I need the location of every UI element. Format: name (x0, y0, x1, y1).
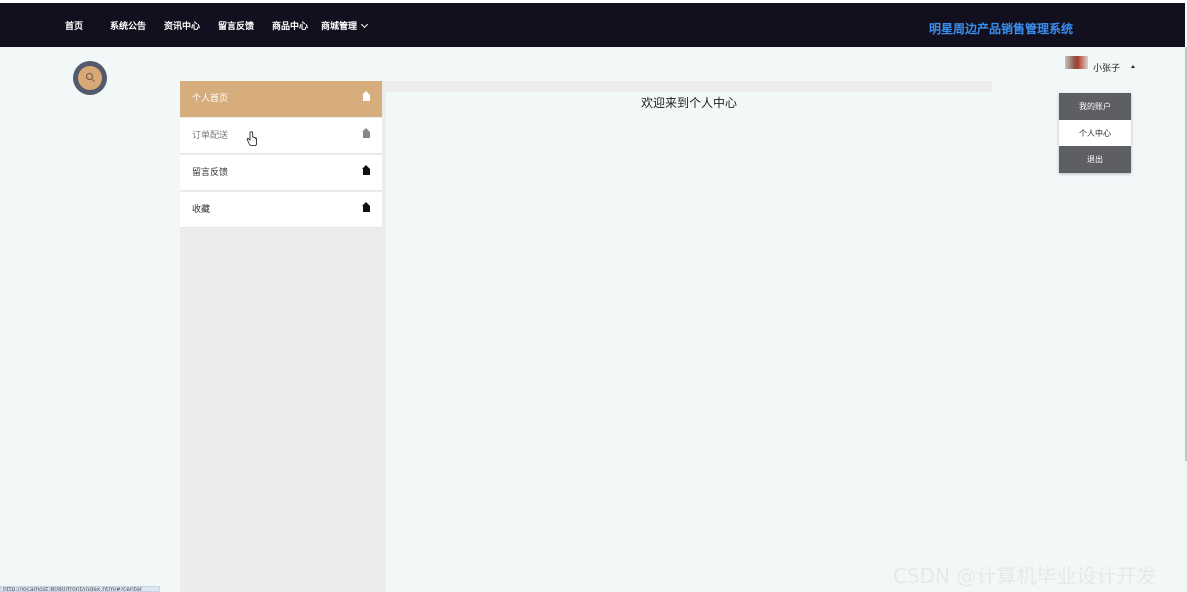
top-navbar: 首页 系统公告 资讯中心 留言反馈 商品中心 商城管理 明星周边产品销售管理系统 (0, 3, 1185, 47)
content-header-strip (386, 81, 992, 92)
sidebar-item-order-delivery[interactable]: 订单配送 (180, 118, 382, 154)
hand-cursor-icon (246, 131, 257, 146)
user-dropdown-menu: 我的账户 个人中心 退出 (1059, 93, 1131, 173)
page-title: 欢迎来到个人中心 (640, 96, 737, 110)
sidebar-item-feedback[interactable]: 留言反馈 (180, 155, 382, 191)
home-icon (362, 202, 370, 212)
home-icon (362, 165, 370, 175)
nav-mall-management-label: 商城管理 (321, 22, 358, 32)
nav-news[interactable]: 资讯中心 (164, 21, 200, 33)
nav-mall-management[interactable]: 商城管理 (321, 20, 369, 33)
user-name[interactable]: 小张子 (1093, 61, 1120, 74)
menu-item-my-account[interactable]: 我的账户 (1059, 93, 1131, 120)
menu-item-personal-center[interactable]: 个人中心 (1059, 120, 1131, 147)
sidebar-item-favorites[interactable]: 收藏 (180, 192, 382, 228)
search-button-inner (78, 66, 102, 90)
sidebar-item-label: 留言反馈 (192, 168, 229, 178)
site-title: 明星周边产品销售管理系统 (929, 22, 1074, 36)
sidebar-item-label: 个人首页 (192, 94, 229, 104)
sidebar: 个人首页 订单配送 留言反馈 收藏 (180, 81, 386, 592)
home-icon (362, 91, 370, 101)
search-button[interactable] (73, 61, 107, 95)
sidebar-item-label: 收藏 (192, 205, 211, 215)
menu-item-logout[interactable]: 退出 (1059, 146, 1131, 173)
chevron-down-icon (360, 20, 369, 29)
nav-products[interactable]: 商品中心 (272, 21, 308, 33)
sidebar-item-label: 订单配送 (192, 131, 229, 141)
watermark: CSDN @计算机毕业设计开发 (893, 564, 1157, 588)
nav-home[interactable]: 首页 (65, 21, 83, 33)
status-bar-url: http://localhost:8080/front/index.html#/… (0, 586, 160, 592)
nav-feedback[interactable]: 留言反馈 (218, 21, 254, 33)
search-icon (86, 73, 93, 80)
avatar[interactable] (1065, 56, 1088, 69)
sidebar-item-personal-home[interactable]: 个人首页 (180, 81, 382, 117)
home-icon (362, 128, 370, 138)
caret-up-icon[interactable] (1131, 65, 1135, 68)
nav-announcements[interactable]: 系统公告 (110, 21, 146, 33)
